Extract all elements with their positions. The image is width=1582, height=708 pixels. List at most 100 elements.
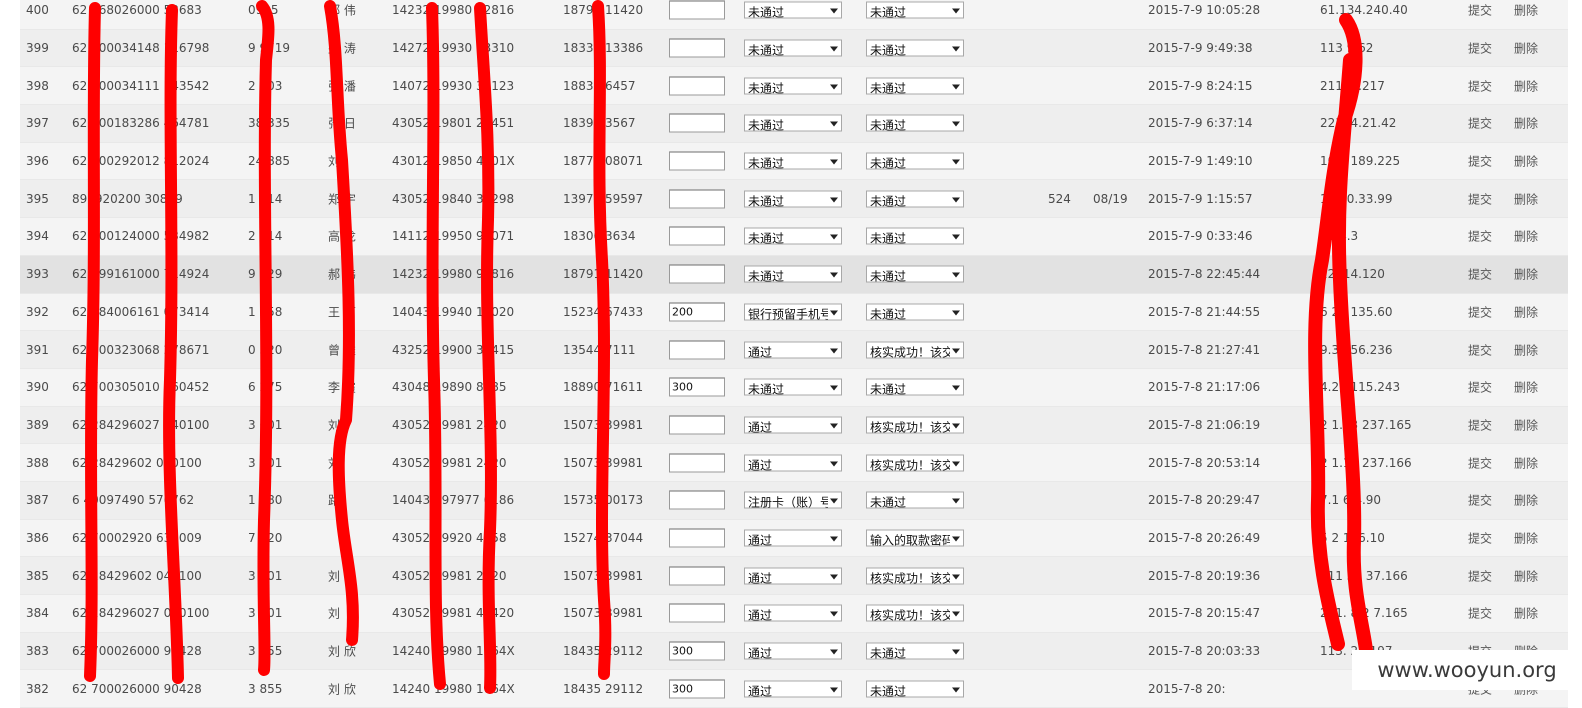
status-select[interactable]: 通过 (744, 567, 842, 585)
card-cvv: 2 114 (248, 229, 283, 244)
record-id: 399 (26, 41, 49, 56)
result-select[interactable]: 未通过 (866, 114, 964, 132)
submit-link[interactable]: 提交 (1468, 190, 1492, 207)
result-select[interactable]: 核实成功！该交 (866, 416, 964, 434)
delete-link[interactable]: 删除 (1514, 2, 1538, 19)
amount-input[interactable] (669, 38, 725, 58)
submit-link[interactable]: 提交 (1468, 341, 1492, 358)
submit-link[interactable]: 提交 (1468, 77, 1492, 94)
status-select[interactable]: 通过 (744, 642, 842, 660)
status-select[interactable]: 通过 (744, 604, 842, 622)
delete-link[interactable]: 删除 (1514, 379, 1538, 396)
delete-link[interactable]: 删除 (1514, 153, 1538, 170)
status-select[interactable]: 未通过 (744, 152, 842, 170)
delete-link[interactable]: 删除 (1514, 492, 1538, 509)
amount-input[interactable] (669, 415, 725, 435)
submit-link[interactable]: 提交 (1468, 605, 1492, 622)
amount-input[interactable] (669, 453, 725, 473)
status-select[interactable]: 注册卡（账）号 (744, 491, 842, 509)
ip-address: 124 0.33.99 (1320, 191, 1393, 206)
result-select[interactable]: 未通过 (866, 152, 964, 170)
status-select[interactable]: 未通过 (744, 227, 842, 245)
delete-link[interactable]: 删除 (1514, 303, 1538, 320)
result-select[interactable]: 核实成功！该交 (866, 454, 964, 472)
result-select[interactable]: 未通过 (866, 491, 964, 509)
amount-input[interactable] (669, 490, 725, 510)
result-select[interactable]: 核实成功！该交 (866, 567, 964, 585)
submit-link[interactable]: 提交 (1468, 266, 1492, 283)
phone-number: 18435 29112 (563, 681, 644, 696)
amount-input[interactable] (669, 113, 725, 133)
submit-link[interactable]: 提交 (1468, 40, 1492, 57)
result-select[interactable]: 未通过 (866, 227, 964, 245)
card-number: 62 700305010 560452 (72, 380, 210, 395)
submit-link[interactable]: 提交 (1468, 228, 1492, 245)
delete-link[interactable]: 删除 (1514, 416, 1538, 433)
delete-link[interactable]: 删除 (1514, 115, 1538, 132)
delete-link[interactable]: 删除 (1514, 341, 1538, 358)
chevron-down-icon (830, 385, 838, 391)
amount-input[interactable] (669, 641, 725, 661)
status-select[interactable]: 通过 (744, 454, 842, 472)
submit-link[interactable]: 提交 (1468, 379, 1492, 396)
amount-input[interactable] (669, 151, 725, 171)
submit-link[interactable]: 提交 (1468, 303, 1492, 320)
amount-input[interactable] (669, 0, 725, 20)
delete-link[interactable]: 删除 (1514, 567, 1538, 584)
delete-link[interactable]: 删除 (1514, 529, 1538, 546)
result-select[interactable]: 核实成功！该交 (866, 604, 964, 622)
submit-link[interactable]: 提交 (1468, 454, 1492, 471)
result-select[interactable]: 未通过 (866, 642, 964, 660)
result-select[interactable]: 输入的取款密码 (866, 529, 964, 547)
submit-link[interactable]: 提交 (1468, 153, 1492, 170)
delete-link[interactable]: 删除 (1514, 77, 1538, 94)
amount-input[interactable] (669, 226, 725, 246)
status-select[interactable]: 未通过 (744, 190, 842, 208)
status-select[interactable]: 未通过 (744, 77, 842, 95)
submit-link[interactable]: 提交 (1468, 529, 1492, 546)
result-select[interactable]: 未通过 (866, 378, 964, 396)
submit-link[interactable]: 提交 (1468, 492, 1492, 509)
result-select[interactable]: 未通过 (866, 303, 964, 321)
amount-input[interactable] (669, 528, 725, 548)
result-select[interactable]: 未通过 (866, 1, 964, 19)
result-select[interactable]: 未通过 (866, 77, 964, 95)
amount-input[interactable] (669, 264, 725, 284)
delete-link[interactable]: 删除 (1514, 40, 1538, 57)
result-select[interactable]: 未通过 (866, 190, 964, 208)
status-select[interactable]: 未通过 (744, 1, 842, 19)
status-select[interactable]: 未通过 (744, 265, 842, 283)
delete-link[interactable]: 删除 (1514, 190, 1538, 207)
status-select[interactable]: 未通过 (744, 39, 842, 57)
amount-input[interactable] (669, 679, 725, 699)
submit-link[interactable]: 提交 (1468, 2, 1492, 19)
submit-link[interactable]: 提交 (1468, 567, 1492, 584)
status-select[interactable]: 通过 (744, 341, 842, 359)
submit-link[interactable]: 提交 (1468, 115, 1492, 132)
result-select[interactable]: 未通过 (866, 680, 964, 698)
submit-link[interactable]: 提交 (1468, 416, 1492, 433)
chevron-down-icon (830, 498, 838, 504)
delete-link[interactable]: 删除 (1514, 266, 1538, 283)
status-select[interactable]: 通过 (744, 680, 842, 698)
result-select[interactable]: 核实成功！该交 (866, 341, 964, 359)
status-select[interactable]: 通过 (744, 416, 842, 434)
result-select-value: 未通过 (870, 231, 907, 245)
delete-link[interactable]: 删除 (1514, 605, 1538, 622)
amount-input[interactable] (669, 603, 725, 623)
status-select[interactable]: 银行预留手机号 (744, 303, 842, 321)
status-select[interactable]: 未通过 (744, 378, 842, 396)
status-select[interactable]: 通过 (744, 529, 842, 547)
amount-input[interactable] (669, 340, 725, 360)
delete-link[interactable]: 删除 (1514, 454, 1538, 471)
table-row: 394 62 700124000 534982 2 114 高 龙 14112 1995… (20, 218, 1568, 256)
amount-input[interactable] (669, 302, 725, 322)
delete-link[interactable]: 删除 (1514, 228, 1538, 245)
result-select[interactable]: 未通过 (866, 39, 964, 57)
status-select[interactable]: 未通过 (744, 114, 842, 132)
amount-input[interactable] (669, 76, 725, 96)
amount-input[interactable] (669, 189, 725, 209)
amount-input[interactable] (669, 377, 725, 397)
result-select[interactable]: 未通过 (866, 265, 964, 283)
amount-input[interactable] (669, 566, 725, 586)
